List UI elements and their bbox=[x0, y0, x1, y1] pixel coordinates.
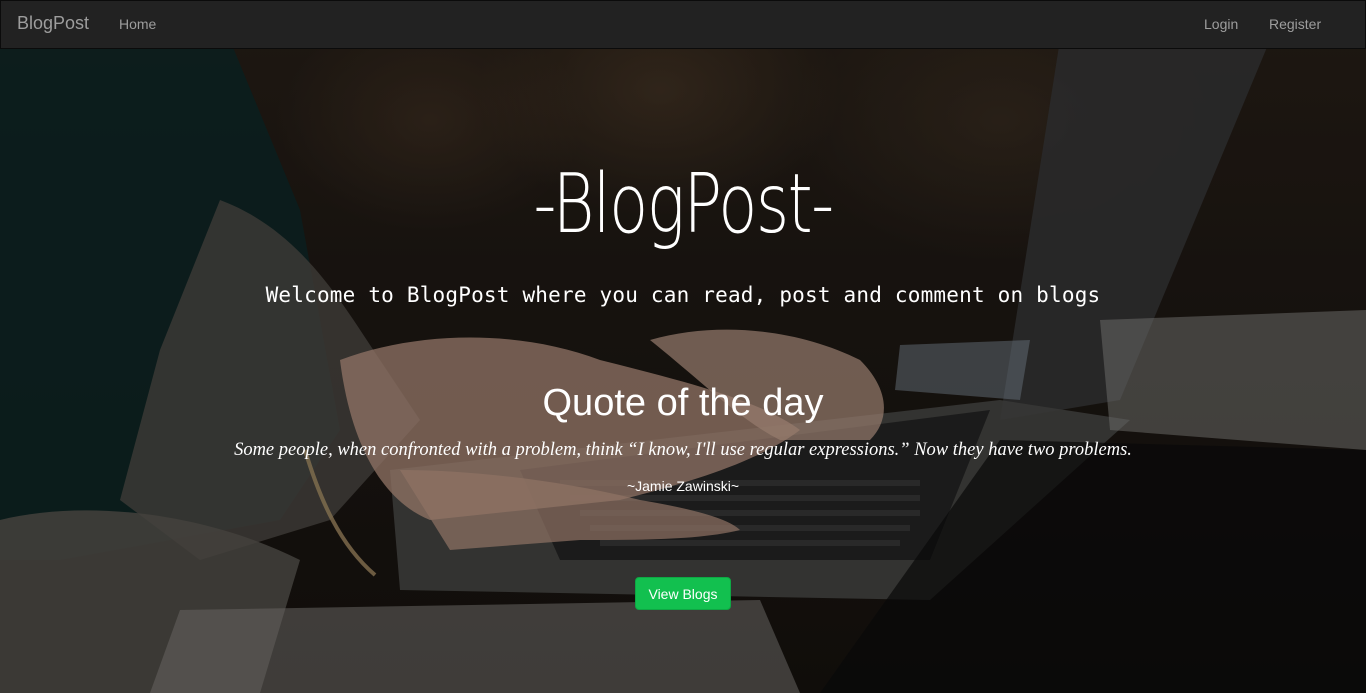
quote-text: Some people, when confronted with a prob… bbox=[234, 440, 1132, 460]
brand-link[interactable]: BlogPost bbox=[17, 13, 89, 34]
top-navbar: BlogPost Home Login Register bbox=[0, 0, 1366, 49]
nav-register-link[interactable]: Register bbox=[1269, 16, 1321, 32]
landing-page: BlogPost Home Login Register -BlogPost- … bbox=[0, 0, 1366, 693]
hero-title: -BlogPost- bbox=[533, 157, 834, 252]
nav-login-link[interactable]: Login bbox=[1204, 16, 1238, 32]
hero-subtitle: Welcome to BlogPost where you can read, … bbox=[265, 283, 1101, 307]
view-blogs-button[interactable]: View Blogs bbox=[635, 577, 731, 610]
nav-home-link[interactable]: Home bbox=[119, 16, 156, 32]
quote-heading: Quote of the day bbox=[542, 382, 824, 424]
quote-author: ~Jamie Zawinski~ bbox=[626, 478, 740, 494]
